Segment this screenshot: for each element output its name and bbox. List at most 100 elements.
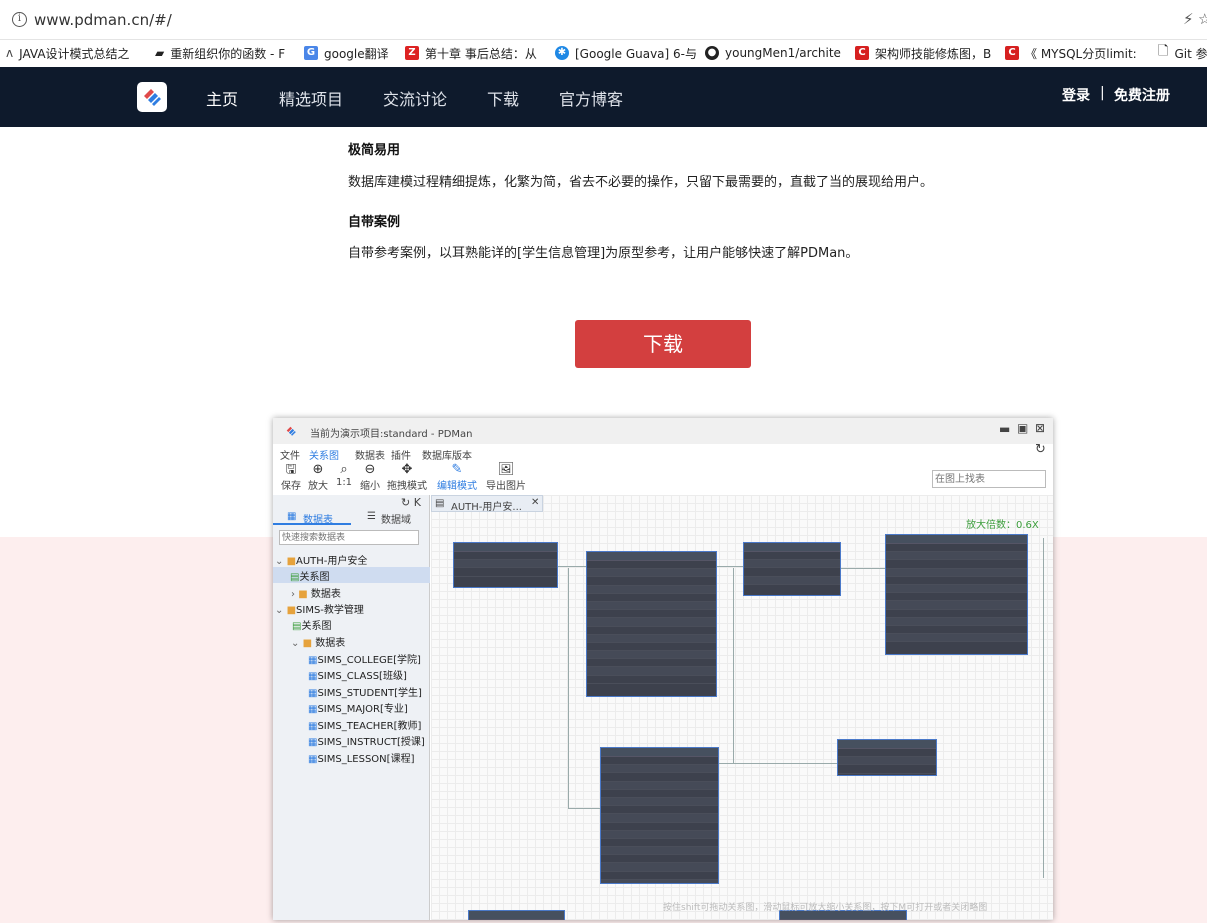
nav-blog[interactable]: 官方博客 bbox=[559, 86, 623, 110]
table-row bbox=[601, 855, 718, 864]
table-row bbox=[454, 552, 557, 561]
diagram-table[interactable] bbox=[885, 534, 1028, 655]
tab-domains[interactable]: ☰ 数据域 bbox=[353, 510, 430, 526]
diagram-tab[interactable]: ▤ AUTH-用户安... ✕ bbox=[431, 495, 543, 513]
table-row bbox=[886, 577, 1027, 585]
tree-item[interactable]: ▦SIMS_MAJOR[专业] bbox=[308, 700, 408, 715]
nav-download[interactable]: 下载 bbox=[487, 86, 519, 110]
bookmark-item[interactable]: Z 第十章 事后总结：从 bbox=[405, 44, 537, 62]
diagram-table[interactable] bbox=[837, 739, 937, 776]
table-row bbox=[886, 617, 1027, 626]
star-icon[interactable]: ☆ bbox=[1198, 10, 1207, 28]
table-row bbox=[587, 594, 716, 602]
site-info-icon[interactable]: i bbox=[12, 12, 27, 27]
menu-db-version[interactable]: 数据库版本 bbox=[422, 447, 472, 462]
table-row bbox=[601, 839, 718, 848]
tree-item[interactable]: › ■ 数据表 bbox=[291, 585, 341, 600]
menu-plugins[interactable]: 插件 bbox=[391, 447, 411, 462]
table-header bbox=[886, 535, 1027, 544]
tree-item[interactable]: ▦SIMS_STUDENT[学生] bbox=[308, 684, 422, 699]
relation-line bbox=[1043, 538, 1044, 878]
table-row bbox=[587, 643, 716, 652]
nav-projects[interactable]: 精选项目 bbox=[279, 86, 343, 110]
folder-icon: ■ bbox=[286, 556, 297, 567]
tree-item[interactable]: ▦SIMS_TEACHER[教师] bbox=[308, 717, 421, 732]
table-row bbox=[601, 790, 718, 798]
bookmark-item[interactable]: ● youngMen1/archite bbox=[705, 44, 841, 62]
table-row bbox=[886, 560, 1027, 569]
save-icon: 🖫 bbox=[285, 462, 297, 477]
table-row bbox=[454, 568, 557, 577]
bolt-icon[interactable]: ⚡ bbox=[1183, 10, 1194, 28]
download-button[interactable]: 下载 bbox=[575, 320, 751, 368]
tree-item[interactable]: ⌄ ■SIMS-教学管理 bbox=[275, 601, 364, 616]
page-icon: 🗋 bbox=[1158, 44, 1169, 59]
table-row bbox=[886, 634, 1027, 643]
tab-tables[interactable]: ▦ 数据表 bbox=[273, 510, 351, 526]
register-link[interactable]: 免费注册 bbox=[1114, 85, 1170, 105]
login-link[interactable]: 登录 bbox=[1062, 85, 1090, 105]
grid-icon: ▦ bbox=[287, 511, 297, 522]
address-bar[interactable]: i www.pdman.cn/#/ ⚡ ☆ bbox=[0, 0, 1207, 40]
close-tab-icon[interactable]: ✕ bbox=[531, 497, 539, 508]
feature-text: 自带参考案例，以耳熟能详的[学生信息管理]为原型参考，让用户能够快速了解PDMa… bbox=[348, 246, 859, 261]
table-row bbox=[601, 847, 718, 856]
menu-tables[interactable]: 数据表 bbox=[355, 447, 385, 462]
bookmark-item[interactable]: C 《 MYSQL分页limit: bbox=[1005, 44, 1137, 62]
bookmark-item[interactable]: Ggoogle翻译 bbox=[304, 44, 389, 62]
book-icon: ▰ bbox=[155, 46, 165, 60]
diagram-table[interactable] bbox=[468, 910, 565, 920]
table-row bbox=[587, 634, 716, 643]
bookmark-item[interactable]: ✱ [Google Guava] 6-与 bbox=[555, 44, 697, 62]
bookmark-item[interactable]: C 架构师技能修炼图，B bbox=[855, 44, 991, 62]
minimize-icon[interactable]: ▬ bbox=[999, 422, 1010, 436]
table-row bbox=[838, 757, 936, 766]
bookmark-item[interactable]: 🗋 Git 参 bbox=[1158, 44, 1207, 62]
table-row bbox=[601, 797, 718, 807]
save-button[interactable]: 🖫 保存 bbox=[276, 462, 306, 492]
diagram-table[interactable] bbox=[600, 747, 719, 884]
table-row bbox=[587, 618, 716, 627]
tree-item[interactable]: ▦SIMS_INSTRUCT[授课] bbox=[308, 733, 425, 748]
tree-item[interactable]: ▦SIMS_LESSON[课程] bbox=[308, 750, 414, 765]
diagram-table[interactable] bbox=[743, 542, 841, 596]
pdman-logo-icon[interactable] bbox=[137, 82, 167, 112]
bookmark-item[interactable]: ▰ 重新组织你的函数 - F bbox=[155, 44, 285, 62]
table-row bbox=[886, 584, 1027, 594]
refresh-icon[interactable]: ↻ K bbox=[401, 496, 421, 509]
export-image-button[interactable]: 🖼 导出图片 bbox=[484, 462, 528, 492]
close-icon[interactable]: ⊠ bbox=[1035, 421, 1045, 435]
nav-discussion[interactable]: 交流讨论 bbox=[383, 86, 447, 110]
table-search-input[interactable] bbox=[279, 530, 419, 545]
tree-item[interactable]: ▦SIMS_CLASS[班级] bbox=[308, 667, 407, 682]
table-row bbox=[886, 593, 1027, 602]
tree-item[interactable]: ⌄ ■ 数据表 bbox=[291, 634, 345, 649]
tree-item[interactable]: ⌄ ■AUTH-用户安全 bbox=[275, 552, 367, 567]
nav-home[interactable]: 主页 bbox=[206, 86, 238, 110]
tree-item[interactable]: ▦SIMS_COLLEGE[学院] bbox=[308, 651, 421, 666]
menu-file[interactable]: 文件 bbox=[280, 447, 300, 462]
maximize-icon[interactable]: ▣ bbox=[1017, 421, 1028, 435]
relation-line bbox=[733, 568, 734, 763]
table-row bbox=[587, 659, 716, 668]
refresh-icon[interactable]: ↻ bbox=[1035, 442, 1046, 457]
menu-diagram[interactable]: 关系图 bbox=[309, 447, 339, 462]
google-translate-icon: G bbox=[304, 46, 318, 60]
chevron-down-icon: ⌄ bbox=[291, 638, 303, 649]
zoom-out-button[interactable]: ⊖ 缩小 bbox=[355, 462, 385, 492]
table-row bbox=[601, 757, 718, 766]
table-row bbox=[886, 626, 1027, 635]
edit-icon: ✎ bbox=[451, 462, 463, 477]
diagram-table[interactable] bbox=[586, 551, 717, 697]
tree-item-selected[interactable]: ▤关系图 bbox=[273, 567, 430, 583]
bookmark-item[interactable]: ʌ JAVA设计模式总结之 bbox=[6, 44, 130, 62]
edit-mode-button[interactable]: ✎ 编辑模式 bbox=[435, 462, 479, 492]
table-row bbox=[601, 830, 718, 839]
drag-mode-button[interactable]: ✥ 拖拽模式 bbox=[387, 462, 427, 492]
url-text[interactable]: www.pdman.cn/#/ bbox=[34, 11, 172, 29]
list-icon: ☰ bbox=[367, 511, 376, 522]
table-row bbox=[587, 610, 716, 619]
diagram-search-input[interactable] bbox=[932, 470, 1046, 488]
tree-item[interactable]: ▤关系图 bbox=[292, 617, 331, 632]
diagram-table[interactable] bbox=[453, 542, 558, 588]
